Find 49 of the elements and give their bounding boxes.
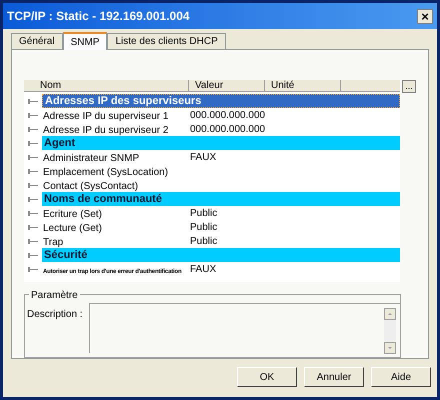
- dialog-button[interactable]: Aide: [371, 367, 431, 387]
- window-title: TCP/IP : Static - 192.169.001.004: [7, 8, 190, 25]
- scroll-down-icon[interactable]: [384, 342, 396, 354]
- scrollbar[interactable]: [384, 308, 396, 354]
- description-field[interactable]: [88, 303, 400, 353]
- property-name: Adresse IP du superviseur 1: [43, 111, 168, 122]
- tree-node-icon: [28, 140, 38, 146]
- tab[interactable]: Liste des clients DHCP: [107, 33, 226, 49]
- more-button[interactable]: ...: [402, 80, 416, 93]
- tree-node-icon: [28, 266, 38, 272]
- property-value: 000.000.000.000: [190, 108, 266, 122]
- tree-node-icon: [28, 238, 38, 244]
- close-button[interactable]: ×: [417, 8, 433, 24]
- group-row[interactable]: Adresses IP des superviseurs: [42, 94, 400, 108]
- property-value: FAUX: [190, 262, 216, 276]
- property-name: Trap: [43, 237, 64, 248]
- scroll-up-icon[interactable]: [384, 308, 396, 320]
- tree-node-icon: [28, 196, 38, 202]
- property-name: Contact (SysContact): [43, 181, 138, 192]
- tree-node-icon: [28, 210, 38, 216]
- property-name: Administrateur SNMP: [43, 153, 140, 164]
- property-name: Ecriture (Set): [43, 209, 102, 220]
- tab[interactable]: Général: [11, 33, 63, 49]
- tree-node-icon: [28, 252, 38, 258]
- tree-node-icon: [28, 112, 38, 118]
- description-label: Description :: [27, 308, 83, 322]
- tab[interactable]: SNMP: [62, 32, 108, 50]
- property-value: FAUX: [190, 150, 216, 164]
- group-row[interactable]: Agent: [42, 136, 400, 150]
- column-header[interactable]: Unité: [265, 80, 341, 91]
- property-value: 000.000.000.000: [190, 122, 266, 136]
- tree-node-icon: [28, 98, 38, 104]
- property-name: Adresse IP du superviseur 2: [43, 125, 168, 136]
- column-header[interactable]: Nom: [24, 80, 189, 91]
- tree-node-icon: [28, 224, 38, 230]
- property-value: Public: [190, 206, 218, 220]
- tree-node-icon: [28, 182, 38, 188]
- property-name: Lecture (Get): [43, 223, 102, 234]
- property-name: Emplacement (SysLocation): [43, 167, 168, 178]
- tree-node-icon: [28, 154, 38, 160]
- property-value: Public: [190, 220, 218, 234]
- dialog-button[interactable]: Annuler: [304, 367, 364, 387]
- group-row[interactable]: Noms de communauté: [42, 192, 400, 206]
- group-row[interactable]: Sécurité: [42, 248, 400, 262]
- tree-node-icon: [28, 168, 38, 174]
- dialog-button[interactable]: OK: [237, 367, 297, 387]
- property-value: Public: [190, 234, 218, 248]
- tree-node-icon: [28, 126, 38, 132]
- column-header[interactable]: Valeur: [189, 80, 265, 91]
